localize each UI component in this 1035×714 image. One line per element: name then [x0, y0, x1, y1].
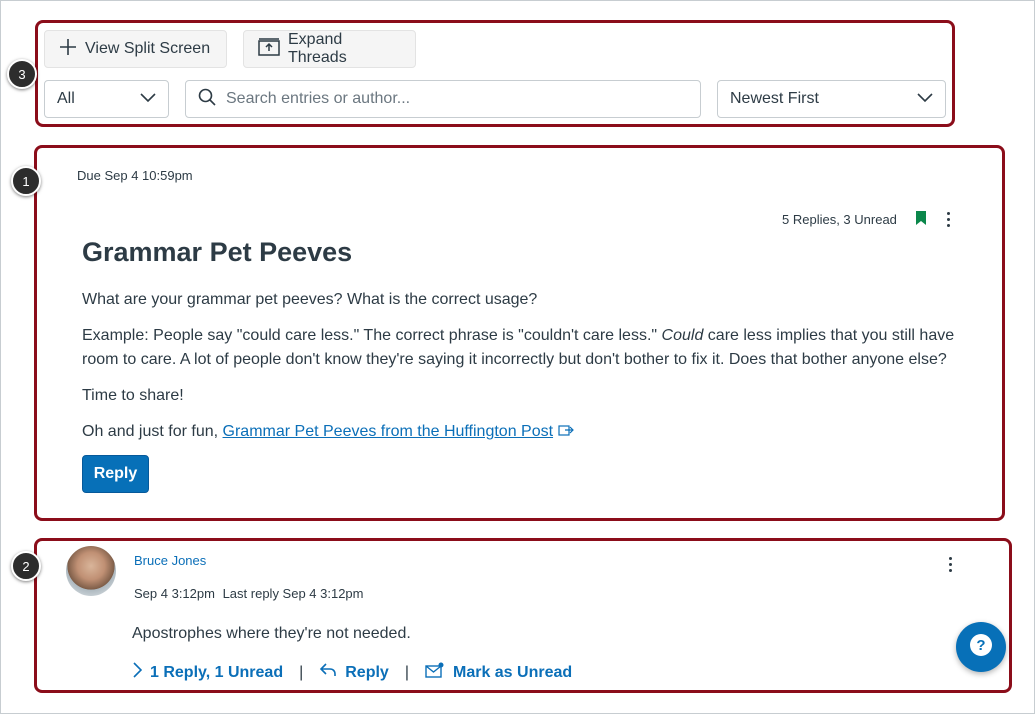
- filter-select-value: All: [57, 90, 75, 107]
- due-date: Due Sep 4 10:59pm: [77, 168, 193, 183]
- topic-paragraph-2: Example: People say "could care less." T…: [82, 324, 982, 372]
- reply-arrow-icon: [319, 662, 337, 683]
- help-button[interactable]: ?: [956, 622, 1006, 672]
- replies-summary: 5 Replies, 3 Unread: [782, 212, 897, 227]
- entry-actions: 1 Reply, 1 Unread | Reply | Mark as Unre…: [132, 662, 572, 683]
- entry-timestamps: Sep 4 3:12pm Last reply Sep 4 3:12pm: [134, 586, 364, 601]
- entry-reply-button[interactable]: Reply: [319, 662, 389, 683]
- view-split-screen-button[interactable]: View Split Screen: [44, 30, 227, 68]
- question-icon: ?: [969, 633, 993, 662]
- entry-options-icon[interactable]: [949, 557, 952, 572]
- expand-icon: [258, 37, 280, 61]
- entry-reply-label: Reply: [345, 663, 389, 681]
- plus-icon: [59, 38, 77, 61]
- svg-text:?: ?: [976, 637, 985, 654]
- expand-replies-button[interactable]: 1 Reply, 1 Unread: [132, 662, 283, 683]
- replies-count-label: 1 Reply, 1 Unread: [150, 663, 284, 681]
- author-name[interactable]: Bruce Jones: [134, 553, 206, 568]
- topic-paragraph-4-prefix: Oh and just for fun,: [82, 423, 223, 440]
- envelope-icon: [425, 662, 445, 683]
- reply-button[interactable]: Reply: [82, 455, 149, 493]
- search-icon: [198, 88, 216, 111]
- search-input[interactable]: [226, 90, 666, 108]
- expand-threads-label: Expand Threads: [288, 31, 347, 66]
- mark-as-unread-button[interactable]: Mark as Unread: [425, 662, 572, 683]
- sort-select-value: Newest First: [730, 90, 819, 107]
- last-reply-time: Last reply Sep 4 3:12pm: [222, 586, 364, 601]
- callout-badge-3: 3: [7, 59, 37, 89]
- topic-paragraph-1: What are your grammar pet peeves? What i…: [82, 291, 538, 308]
- action-separator: |: [404, 663, 409, 681]
- callout-badge-1: 1: [11, 166, 41, 196]
- filter-select[interactable]: All: [44, 80, 169, 118]
- view-split-screen-label: View Split Screen: [85, 40, 211, 57]
- topic-paragraph-2-start: Example: People say "could care less." T…: [82, 327, 662, 344]
- entry-message: Apostrophes where they're not needed.: [132, 625, 411, 642]
- huffington-post-link[interactable]: Grammar Pet Peeves from the Huffington P…: [223, 423, 554, 440]
- expand-threads-button[interactable]: Expand Threads: [243, 30, 416, 68]
- topic-paragraph-2-italic: Could: [661, 327, 704, 344]
- external-link-icon: [557, 423, 574, 440]
- chevron-down-icon: [917, 90, 933, 108]
- posted-time: Sep 4 3:12pm: [134, 586, 215, 601]
- chevron-down-icon: [140, 90, 156, 108]
- sort-select[interactable]: Newest First: [717, 80, 946, 118]
- search-field[interactable]: [185, 80, 701, 118]
- bookmark-icon[interactable]: [915, 210, 927, 229]
- topic-meta: 5 Replies, 3 Unread: [782, 210, 950, 229]
- topic-options-icon[interactable]: [946, 212, 950, 227]
- chevron-right-icon: [132, 662, 143, 683]
- callout-badge-2: 2: [11, 551, 41, 581]
- action-separator: |: [299, 663, 304, 681]
- topic-paragraph-3: Time to share!: [82, 387, 184, 404]
- avatar[interactable]: [66, 546, 116, 596]
- mark-as-unread-label: Mark as Unread: [452, 663, 573, 681]
- topic-paragraph-4: Oh and just for fun, Grammar Pet Peeves …: [82, 420, 982, 444]
- page-title: Grammar Pet Peeves: [82, 237, 353, 267]
